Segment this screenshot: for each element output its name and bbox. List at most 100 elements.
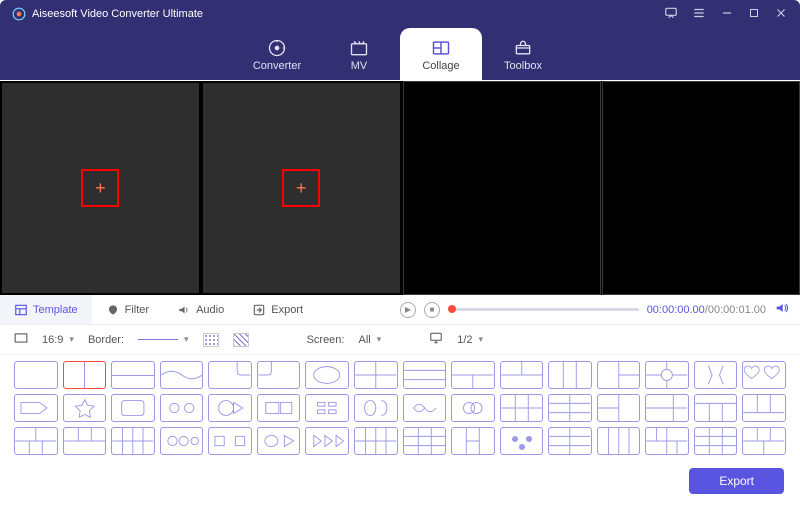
border-style-dropdown[interactable] [138,334,189,345]
aspect-ratio-dropdown[interactable]: 16:9 [42,334,74,346]
border-label: Border: [88,334,124,346]
border-pattern-diagonal[interactable] [233,333,249,347]
template-item[interactable] [694,427,738,455]
border-pattern-dots[interactable] [203,333,219,347]
tab-collage[interactable]: Collage [400,28,482,80]
stop-button[interactable]: ■ [424,302,440,318]
template-item[interactable] [208,361,252,389]
collage-icon [431,38,451,58]
time-display: 00:00:00.00/00:00:01.00 [647,304,766,316]
template-item[interactable] [305,394,349,422]
subtab-template[interactable]: Template [0,295,92,324]
audio-icon [177,303,191,317]
maximize-icon[interactable] [748,7,760,22]
template-item[interactable] [63,361,107,389]
template-item[interactable] [451,361,495,389]
template-item[interactable] [14,361,58,389]
subtab-export[interactable]: Export [238,295,317,324]
screen-dropdown[interactable]: All [358,334,381,346]
seek-bar[interactable] [448,308,639,311]
subtab-label: Audio [196,304,224,316]
template-item[interactable] [645,427,689,455]
template-item[interactable] [257,361,301,389]
template-item[interactable] [597,361,641,389]
app-title: Aiseesoft Video Converter Ultimate [32,8,203,20]
template-item[interactable] [694,361,738,389]
template-item[interactable] [451,394,495,422]
subtab-filter[interactable]: Filter [92,295,163,324]
template-item[interactable] [160,361,204,389]
tab-label: Toolbox [504,60,542,72]
title-bar: Aiseesoft Video Converter Ultimate [0,0,800,28]
template-item[interactable] [548,394,592,422]
template-item[interactable] [645,394,689,422]
subtab-audio[interactable]: Audio [163,295,238,324]
template-item[interactable] [160,394,204,422]
template-item[interactable] [645,361,689,389]
collage-slot[interactable]: + [203,83,400,293]
template-item[interactable] [208,427,252,455]
template-item[interactable] [548,427,592,455]
top-nav: Converter MV Collage Toolbox [0,28,800,80]
template-item[interactable] [208,394,252,422]
export-button[interactable]: Export [689,468,784,494]
template-item[interactable] [742,394,786,422]
template-item[interactable] [500,394,544,422]
volume-icon[interactable] [774,300,790,319]
template-item[interactable] [597,427,641,455]
template-item[interactable] [63,427,107,455]
template-item[interactable] [742,361,786,389]
template-item[interactable] [14,394,58,422]
plus-icon: + [296,179,307,197]
toolbox-icon [513,38,533,58]
template-item[interactable] [597,394,641,422]
template-item[interactable] [742,427,786,455]
template-item[interactable] [111,427,155,455]
tab-toolbox[interactable]: Toolbox [482,28,564,80]
template-item[interactable] [257,394,301,422]
collage-slot[interactable]: + [2,83,199,293]
plus-icon: + [95,179,106,197]
preview-slot [602,81,800,295]
template-icon [14,303,28,317]
template-item[interactable] [14,427,58,455]
template-item[interactable] [354,394,398,422]
template-item[interactable] [305,361,349,389]
template-item[interactable] [500,427,544,455]
feedback-icon[interactable] [664,6,678,23]
add-media-button[interactable]: + [282,169,320,207]
template-item[interactable] [500,361,544,389]
tab-converter[interactable]: Converter [236,28,318,80]
template-item[interactable] [111,394,155,422]
tab-mv[interactable]: MV [318,28,400,80]
tab-label: Collage [422,60,459,72]
subtab-label: Export [271,304,303,316]
template-item[interactable] [305,427,349,455]
menu-icon[interactable] [692,6,706,23]
template-item[interactable] [160,427,204,455]
template-item[interactable] [257,427,301,455]
export-icon [252,303,266,317]
template-item[interactable] [354,361,398,389]
template-item[interactable] [403,394,447,422]
close-icon[interactable] [774,6,788,23]
add-media-button[interactable]: + [81,169,119,207]
template-item[interactable] [354,427,398,455]
template-item[interactable] [403,361,447,389]
template-item[interactable] [451,427,495,455]
aspect-icon [14,332,28,347]
collage-edit-pane: + + [0,81,402,295]
template-item[interactable] [548,361,592,389]
page-dropdown[interactable]: 1/2 [457,334,483,346]
seek-handle[interactable] [448,305,456,313]
tab-label: MV [351,60,368,72]
template-item[interactable] [694,394,738,422]
mv-icon [349,38,369,58]
template-item[interactable] [403,427,447,455]
preview-slot [403,81,601,295]
template-item[interactable] [111,361,155,389]
template-item[interactable] [63,394,107,422]
play-button[interactable]: ▶ [400,302,416,318]
minimize-icon[interactable] [720,6,734,23]
preview-pane [403,81,800,295]
